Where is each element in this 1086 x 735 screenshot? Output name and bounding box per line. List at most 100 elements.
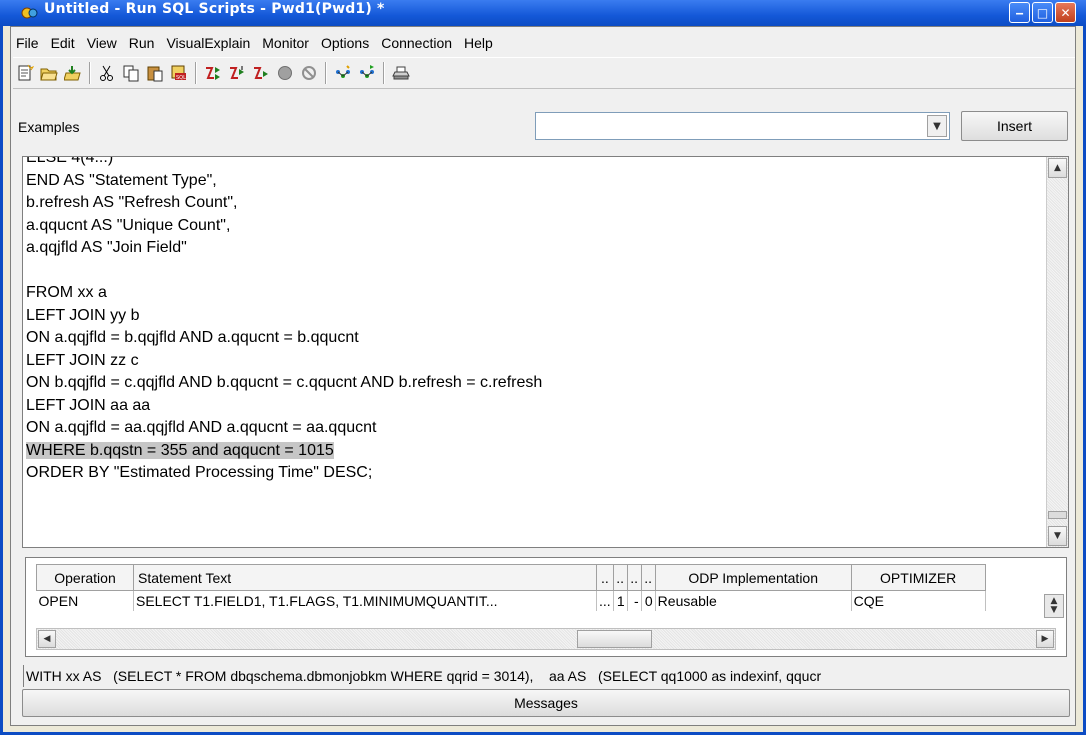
stop-icon[interactable] — [273, 62, 296, 85]
chevron-down-icon[interactable]: ▼ — [927, 115, 947, 137]
run-selected-icon[interactable] — [249, 62, 272, 85]
table-cell: 0 — [641, 590, 656, 611]
editor-line[interactable]: ELSE 4(4...) — [26, 156, 1031, 170]
editor-line[interactable] — [26, 260, 1031, 283]
column-header[interactable]: ODP Implementation — [654, 564, 852, 591]
toolbar: SQL — [13, 57, 1075, 89]
editor-line-text: FROM xx a — [26, 284, 107, 301]
menu-view[interactable]: View — [81, 35, 123, 51]
editor-line-text: ON b.qqjfld = c.qqjfld AND b.qqucnt = c.… — [26, 374, 543, 391]
menu-edit[interactable]: Edit — [45, 35, 81, 51]
table-cell: SELECT T1.FIELD1, T1.FLAGS, T1.MINIMUMQU… — [133, 590, 597, 611]
menu-run[interactable]: Run — [123, 35, 161, 51]
table-cell: ... — [596, 590, 614, 611]
editor-line[interactable]: ON a.qqjfld = aa.qqjfld AND a.qqucnt = a… — [26, 417, 1031, 440]
window-frame: File Edit View Run VisualExplain Monitor… — [0, 26, 1086, 735]
results-table-wrapper: Operation Statement Text .. .. .. .. ODP… — [36, 564, 1066, 611]
editor-line-text: LEFT JOIN zz c — [26, 351, 139, 369]
window-body: File Edit View Run VisualExplain Monitor… — [10, 26, 1076, 726]
column-header[interactable]: .. — [596, 564, 614, 591]
minimize-icon[interactable]: ‒ — [1009, 2, 1030, 23]
column-header[interactable]: .. — [612, 564, 628, 591]
table-cell: 1 — [613, 590, 628, 611]
paste-icon[interactable] — [143, 62, 166, 85]
editor-line[interactable]: LEFT JOIN yy b — [26, 305, 1031, 328]
maximize-icon[interactable]: □ — [1032, 2, 1053, 23]
close-icon[interactable]: ✕ — [1055, 2, 1076, 23]
table-cell: - — [627, 590, 642, 611]
run-explain-icon[interactable] — [355, 62, 378, 85]
editor-line[interactable]: END AS "Statement Type", — [26, 170, 1031, 193]
column-header[interactable]: .. — [626, 564, 642, 591]
sql-editor[interactable]: ELSE 4(4...) END AS "Statement Type", b.re… — [22, 156, 1069, 548]
editor-line[interactable]: b.refresh AS "Refresh Count", — [26, 192, 1031, 215]
copy-icon[interactable] — [119, 62, 142, 85]
row-scroll-spinner[interactable]: ▲ ▼ — [1044, 594, 1064, 618]
editor-line-text: a.qqucnt AS "Unique Count", — [26, 216, 231, 234]
editor-line-text: a.qqjfld AS "Join Field" — [26, 239, 187, 256]
scrollbar-thumb[interactable] — [1048, 511, 1067, 519]
new-icon[interactable] — [13, 62, 36, 85]
messages-button[interactable]: Messages — [22, 689, 1070, 717]
examples-dropdown[interactable]: ▼ — [535, 112, 950, 140]
editor-line[interactable]: ON b.qqjfld = c.qqjfld AND b.qqucnt = c.… — [26, 372, 1031, 395]
menu-help[interactable]: Help — [458, 35, 499, 51]
editor-line[interactable]: ORDER BY "Estimated Processing Time" DES… — [26, 462, 1031, 485]
results-header-row: Operation Statement Text .. .. .. .. ODP… — [36, 564, 986, 591]
editor-line[interactable]: LEFT JOIN aa aa — [26, 395, 1031, 418]
menu-connection[interactable]: Connection — [375, 35, 458, 51]
toolbar-separator — [383, 62, 385, 84]
editor-line-text: ON a.qqjfld = b.qqjfld AND a.qqucnt = b.… — [26, 329, 359, 346]
print-icon[interactable] — [389, 62, 412, 85]
menu-visualexplain[interactable]: VisualExplain — [160, 35, 256, 51]
editor-line-text: END AS "Statement Type", — [26, 171, 217, 189]
scroll-right-icon[interactable]: ▶ — [1036, 630, 1054, 648]
editor-line[interactable]: a.qqjfld AS "Join Field" — [26, 237, 1031, 260]
window-title: Untitled - Run SQL Scripts - Pwd1(Pwd1) … — [44, 1, 385, 17]
open-icon[interactable] — [37, 62, 60, 85]
menu-monitor[interactable]: Monitor — [256, 35, 315, 51]
editor-line-text: ELSE 4(4...) — [26, 156, 114, 166]
editor-line[interactable]: a.qqucnt AS "Unique Count", — [26, 215, 1031, 238]
results-horizontal-scrollbar[interactable]: ◀ ▶ — [36, 628, 1056, 650]
scrollbar-thumb[interactable] — [577, 630, 652, 648]
menu-options[interactable]: Options — [315, 35, 375, 51]
insert-sql-icon[interactable]: SQL — [167, 62, 190, 85]
table-row[interactable]: OPEN SELECT T1.FIELD1, T1.FLAGS, T1.MINI… — [36, 590, 986, 611]
editor-vertical-scrollbar[interactable]: ▲ ▼ — [1046, 157, 1068, 547]
column-header[interactable]: Statement Text — [133, 564, 597, 591]
results-table: Operation Statement Text .. .. .. .. ODP… — [36, 564, 986, 611]
svg-text:SQL: SQL — [176, 75, 186, 81]
editor-line-text: ORDER BY "Estimated Processing Time" DES… — [26, 464, 373, 481]
editor-line-text: LEFT JOIN aa aa — [26, 396, 151, 414]
table-cell: CQE — [851, 590, 986, 611]
editor-line-text: b.refresh AS "Refresh Count", — [26, 194, 238, 211]
editor-line-text: WHERE b.qqstn = 355 and aqqucnt = 1015 — [26, 441, 334, 459]
save-icon[interactable] — [61, 62, 84, 85]
title-bar[interactable]: Untitled - Run SQL Scripts - Pwd1(Pwd1) … — [0, 0, 1086, 26]
toolbar-separator — [195, 62, 197, 84]
editor-line[interactable]: WHERE b.qqstn = 355 and aqqucnt = 1015 — [26, 440, 1031, 463]
menu-file[interactable]: File — [11, 35, 45, 51]
editor-line[interactable]: LEFT JOIN zz c — [26, 350, 1031, 373]
editor-line[interactable]: ON a.qqjfld = b.qqjfld AND a.qqucnt = b.… — [26, 327, 1031, 350]
scroll-down-icon[interactable]: ▼ — [1048, 526, 1067, 546]
scroll-left-icon[interactable]: ◀ — [38, 630, 56, 648]
explain-icon[interactable] — [331, 62, 354, 85]
table-cell: Reusable — [655, 590, 852, 611]
run-all-icon[interactable] — [201, 62, 224, 85]
scroll-down-icon[interactable]: ▼ — [1051, 606, 1058, 615]
column-header[interactable]: .. — [640, 564, 656, 591]
results-panel: Operation Statement Text .. .. .. .. ODP… — [25, 557, 1067, 657]
cut-icon[interactable] — [95, 62, 118, 85]
insert-button[interactable]: Insert — [961, 111, 1068, 141]
column-header[interactable]: OPTIMIZER — [850, 564, 986, 591]
editor-line[interactable]: FROM xx a — [26, 282, 1031, 305]
toolbar-separator — [89, 62, 91, 84]
sql-editor-text[interactable]: ELSE 4(4...) END AS "Statement Type", b.re… — [26, 156, 1031, 485]
cancel-icon[interactable] — [297, 62, 320, 85]
scroll-up-icon[interactable]: ▲ — [1048, 158, 1067, 178]
column-header[interactable]: Operation — [36, 564, 134, 591]
app-icon — [20, 5, 38, 21]
run-from-selected-icon[interactable] — [225, 62, 248, 85]
